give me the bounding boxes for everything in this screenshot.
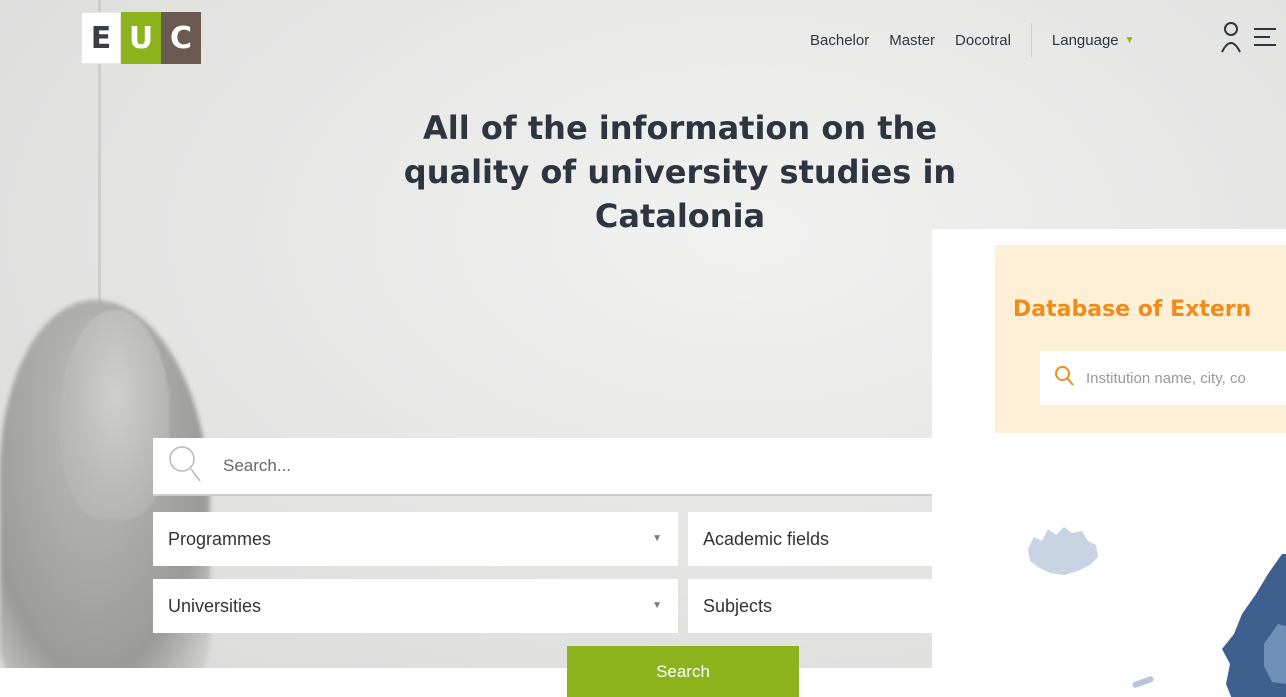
logo-letter-u: U [121,12,161,64]
chevron-down-icon: ▼ [1124,34,1135,46]
header-icons [1220,20,1278,54]
subjects-label: Subjects [703,595,773,616]
dropdown-arrow-icon: ▼ [652,533,662,544]
map-iceland[interactable] [1020,519,1104,583]
nav-bachelor[interactable]: Bachelor [810,32,869,49]
database-title: Database of Extern [1013,297,1252,322]
search-icon [1054,365,1074,392]
academic-fields-label: Academic fields [703,528,830,549]
database-search-input[interactable] [1086,369,1286,387]
map-island [1131,675,1155,689]
nav-divider [1030,23,1032,57]
universities-label: Universities [168,595,262,616]
hero-title: All of the information on the quality of… [403,109,957,235]
euc-logo[interactable]: E U C [81,12,201,64]
user-icon[interactable] [1220,20,1242,54]
search-button[interactable]: Search [567,646,799,697]
search-bar [153,438,1013,496]
language-label: Language [1051,31,1119,49]
map-scandinavia[interactable] [1212,554,1286,697]
main-nav: Bachelor Master Docotral Language ▼ [810,23,1135,57]
search-input[interactable] [223,456,823,476]
logo-letter-e: E [81,12,121,64]
language-selector[interactable]: Language ▼ [1052,32,1135,49]
external-database-panel: Database of Extern [932,229,1286,697]
nav-master[interactable]: Master [889,32,935,49]
database-search-card: Database of Extern [995,245,1286,433]
search-icon [167,444,203,489]
dropdown-arrow-icon: ▼ [652,600,662,611]
menu-icon[interactable] [1252,20,1278,54]
database-search-box [1040,351,1286,405]
logo-letter-c: C [161,12,201,64]
programmes-label: Programmes [168,528,272,549]
universities-select[interactable]: Universities ▼ [153,579,678,633]
programmes-select[interactable]: Programmes ▼ [153,512,678,566]
nav-doctoral[interactable]: Docotral [955,32,1011,49]
